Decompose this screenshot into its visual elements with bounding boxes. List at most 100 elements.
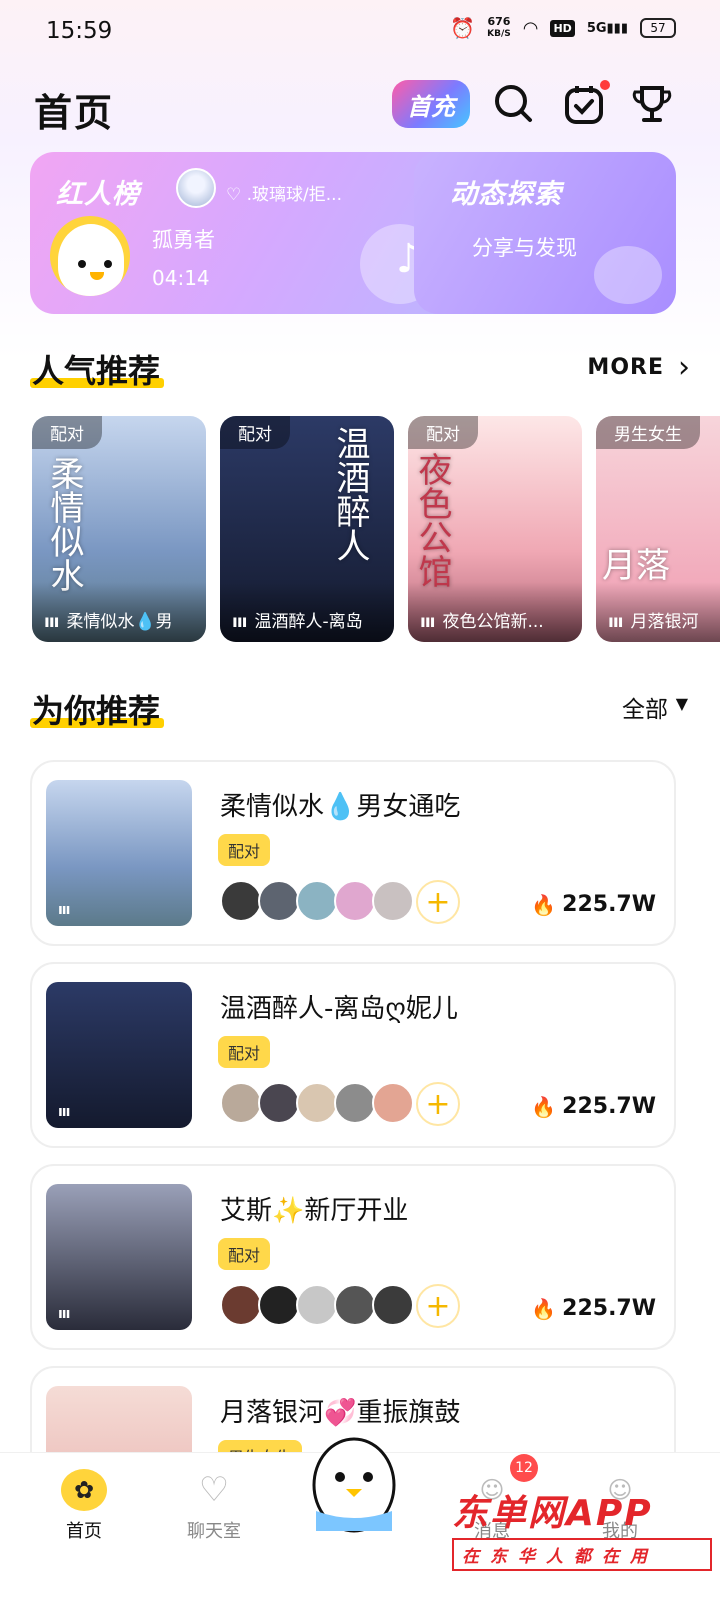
card-label: ııı 月落银河 [596, 582, 720, 642]
more-link[interactable]: MORE [587, 355, 664, 380]
card-tag: 配对 [408, 416, 478, 449]
nav-chat-label: 聊天室 [187, 1521, 241, 1542]
mascot-beak [90, 272, 104, 280]
join-plus-icon[interactable]: + [416, 1284, 460, 1328]
mascot-body [58, 224, 124, 296]
speed-value: 676 [487, 15, 511, 28]
room-tag: 配对 [218, 834, 271, 866]
member-avatar [372, 880, 414, 922]
room-tag: 配对 [218, 1238, 271, 1270]
member-avatar [258, 1082, 300, 1124]
card-label: ııı 柔情似水💧男 [32, 582, 206, 642]
top-header: 首页 首充 [0, 78, 720, 138]
popular-card[interactable]: 柔情似水 配对 ııı 柔情似水💧男 [32, 416, 206, 642]
card-label-text: 月落银河 [630, 612, 699, 632]
notification-dot [600, 80, 610, 90]
member-avatar [258, 880, 300, 922]
center-mascot-button[interactable] [306, 1425, 402, 1535]
room-heat: 🔥 225.7W [531, 1094, 656, 1119]
member-avatar [258, 1284, 300, 1326]
ranking-user-name: ♡ .玻璃球/拒... [226, 185, 342, 205]
audio-bars-icon: ııı [420, 612, 436, 632]
task-check-icon[interactable] [562, 80, 610, 126]
mascot-avatar [50, 216, 130, 296]
playing-song-name: 孤勇者 [152, 228, 215, 252]
popular-title-text: 人气推荐 [32, 352, 161, 390]
card-tag: 配对 [220, 416, 290, 449]
trophy-icon[interactable] [630, 82, 674, 126]
for-you-section-title: 为你推荐 [32, 686, 160, 732]
alarm-icon: ⏰ [450, 16, 476, 40]
explore-subtitle: 分享与发现 [472, 236, 577, 260]
member-avatar [220, 1082, 262, 1124]
room-title: 艾斯✨新厅开业 [220, 1196, 409, 1226]
mascot-eye [104, 260, 112, 268]
status-icons: ⏰ 676 KB/S ◠ HD 5G▮▮▮ 57 [450, 16, 676, 40]
member-avatar [334, 1082, 376, 1124]
room-card[interactable]: ııı 柔情似水💧男女通吃 配对 + 🔥 225.7W [30, 760, 676, 946]
flame-icon: 🔥 [531, 1296, 557, 1321]
room-card[interactable]: ııı 温酒醉人-离岛ღ妮儿 配对 + 🔥 225.7W [30, 962, 676, 1148]
battery-icon: 57 [640, 18, 676, 38]
popular-card[interactable]: 温酒醉人 配对 ııı 温酒醉人-离岛 [220, 416, 394, 642]
card-label-text: 柔情似水💧男 [66, 612, 173, 632]
member-avatar [296, 1284, 338, 1326]
room-title: 月落银河💞重振旗鼓 [220, 1398, 461, 1428]
search-icon[interactable] [492, 82, 536, 126]
explore-banner[interactable]: 动态探索 分享与发现 [414, 152, 676, 314]
message-badge: 12 [510, 1454, 538, 1482]
member-avatar [372, 1082, 414, 1124]
planet-icon [594, 246, 662, 304]
heart-chat-icon: ♡ [198, 1470, 230, 1510]
poster-title: 柔情似水 [44, 456, 84, 592]
nav-chat[interactable]: ♡ 聊天室 [154, 1453, 274, 1543]
audio-bars-icon: ııı [58, 1104, 70, 1120]
member-avatar [296, 880, 338, 922]
popular-section-title: 人气推荐 [32, 346, 160, 392]
flame-icon: 🔥 [531, 1094, 557, 1119]
first-recharge-button[interactable]: 首充 [392, 80, 470, 128]
join-plus-icon[interactable]: + [416, 880, 460, 924]
playing-song-time: 04:14 [152, 266, 210, 290]
status-bar: 15:59 ⏰ 676 KB/S ◠ HD 5G▮▮▮ 57 [0, 0, 720, 62]
member-avatar [372, 1284, 414, 1326]
heat-value: 225.7W [562, 892, 656, 917]
room-title: 柔情似水💧男女通吃 [220, 792, 461, 822]
nav-home[interactable]: ✿ 首页 [24, 1453, 144, 1543]
nav-home-label: 首页 [66, 1521, 102, 1542]
heat-value: 225.7W [562, 1094, 656, 1119]
card-label-text: 温酒醉人-离岛 [254, 612, 363, 632]
card-label-text: 夜色公馆新... [442, 612, 544, 632]
mascot-eye [78, 260, 86, 268]
popular-card[interactable]: 月落 男生女生 ııı 月落银河 [596, 416, 720, 642]
audio-bars-icon: ııı [58, 902, 70, 918]
audio-bars-icon: ııı [58, 1306, 70, 1322]
popular-card[interactable]: 夜色公馆 配对 ııı 夜色公馆新... [408, 416, 582, 642]
watermark-main: 东单网APP [452, 1493, 653, 1534]
member-avatar [220, 1284, 262, 1326]
member-avatar [334, 880, 376, 922]
status-time: 15:59 [46, 18, 113, 44]
speed-unit: KB/S [487, 29, 511, 39]
top-ranking-banner[interactable]: 红人榜 ♡ .玻璃球/拒... 孤勇者 04:14 ♪ [30, 152, 460, 314]
room-tag: 配对 [218, 1036, 271, 1068]
room-title: 温酒醉人-离岛ღ妮儿 [220, 994, 458, 1024]
audio-bars-icon: ııı [44, 612, 60, 632]
member-avatar [334, 1284, 376, 1326]
home-icon: ✿ [61, 1469, 107, 1511]
flame-icon: 🔥 [531, 892, 557, 917]
room-cover: ııı [46, 780, 192, 926]
room-card[interactable]: ııı 艾斯✨新厅开业 配对 + 🔥 225.7W [30, 1164, 676, 1350]
poster-title: 温酒醉人 [330, 426, 370, 562]
for-you-title-text: 为你推荐 [32, 692, 161, 730]
chevron-right-icon[interactable]: › [678, 350, 690, 385]
filter-dropdown[interactable]: 全部 [622, 690, 668, 724]
join-plus-icon[interactable]: + [416, 1082, 460, 1126]
wifi-icon: ◠ [522, 17, 539, 39]
page-title: 首页 [34, 91, 115, 135]
caret-down-icon[interactable]: ▼ [676, 694, 688, 713]
member-avatar [296, 1082, 338, 1124]
poster-title: 月落 [602, 546, 670, 586]
room-heat: 🔥 225.7W [531, 1296, 656, 1321]
card-tag: 男生女生 [596, 416, 700, 449]
